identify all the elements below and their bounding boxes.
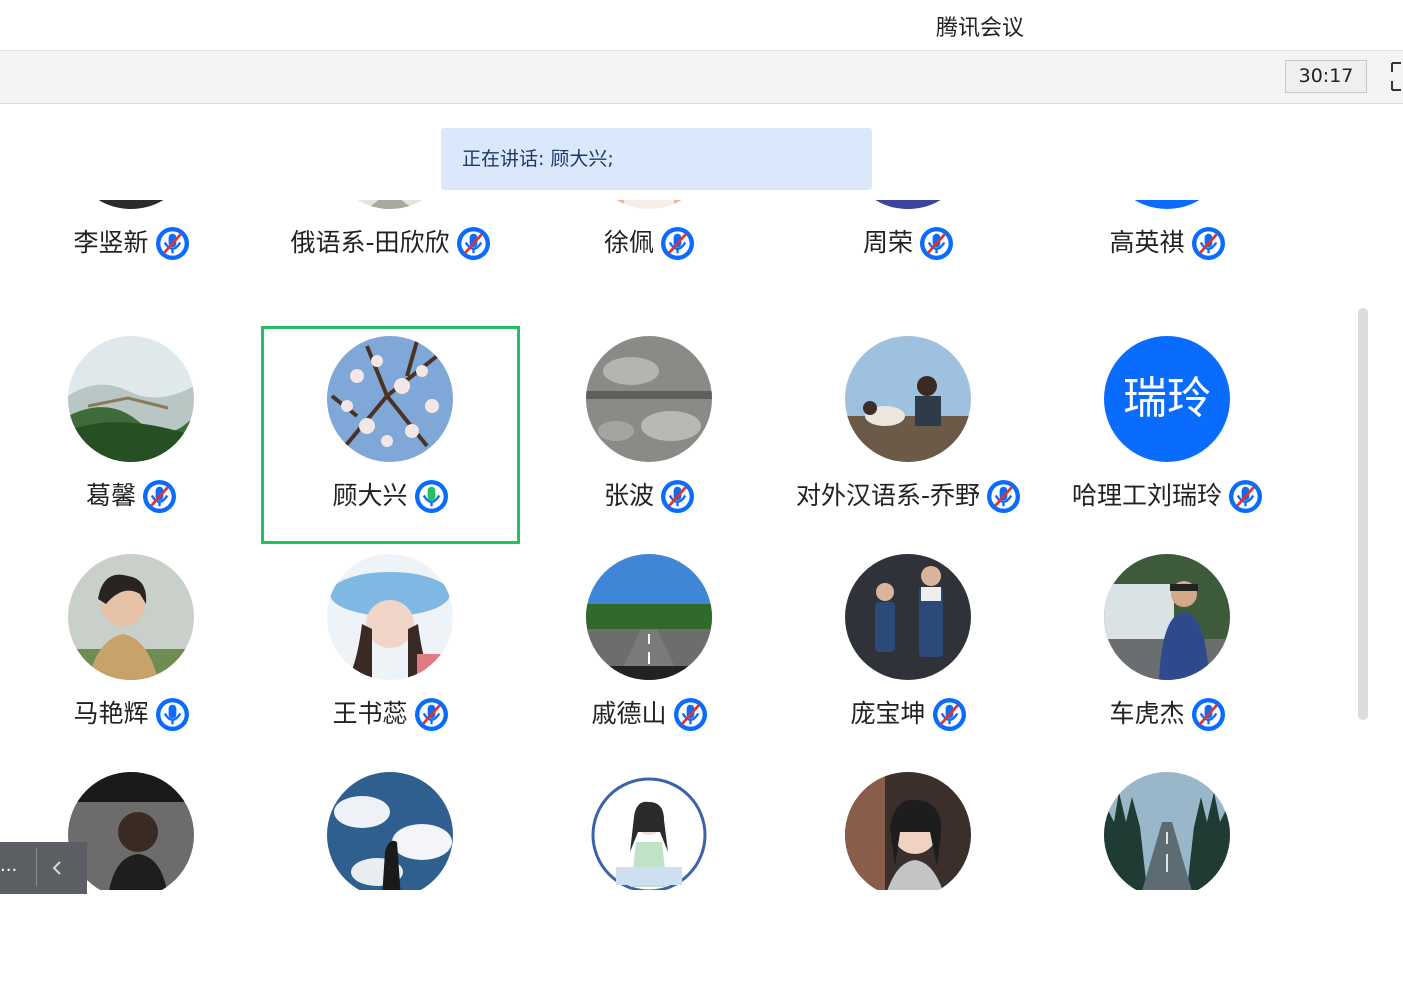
participant-tile[interactable]: 王书蕊 (261, 544, 520, 762)
mic-muted-icon (1191, 697, 1226, 732)
participant-name: 哈理工刘瑞玲 (1071, 481, 1222, 510)
mic-muted-icon (932, 697, 967, 732)
avatar (1104, 200, 1230, 209)
participant-tile[interactable]: 俄语系-田欣欣 (261, 200, 520, 291)
mic-muted-icon (155, 226, 190, 261)
avatar-initials: 瑞玲 (1104, 336, 1230, 462)
avatar (327, 336, 453, 462)
avatar (327, 554, 453, 680)
avatar (586, 554, 712, 680)
avatar (845, 554, 971, 680)
mic-muted-icon (660, 226, 695, 261)
participant-tile-active[interactable]: 顾大兴 (261, 326, 520, 544)
participant-name: 顾大兴 (332, 481, 408, 510)
participant-tile[interactable]: 戚德山 (520, 544, 779, 762)
participant-tile[interactable]: 对外汉语系-乔野 (779, 326, 1038, 544)
floating-panel-label: ... (0, 855, 18, 876)
mic-muted-icon (1191, 226, 1226, 261)
avatar (845, 772, 971, 890)
avatar (68, 554, 194, 680)
participant-name: 高英祺 (1109, 228, 1185, 257)
participant-name: 庞宝坤 (850, 699, 926, 728)
avatar (586, 336, 712, 462)
avatar (586, 200, 712, 209)
participant-tile[interactable]: 葛馨 (2, 326, 261, 544)
mic-muted-icon (1228, 479, 1263, 514)
window-title: 腾讯会议 (935, 16, 1024, 41)
speaking-indicator: 正在讲话: 顾大兴; (441, 128, 872, 190)
avatar (586, 772, 712, 890)
participant-tile[interactable]: 车虎杰 (1038, 544, 1297, 762)
title-bar: 腾讯会议 (0, 0, 1403, 51)
mic-muted-icon (414, 697, 449, 732)
mic-muted-icon (986, 479, 1021, 514)
participant-name: 车虎杰 (1109, 699, 1185, 728)
participant-tile[interactable] (779, 762, 1038, 890)
divider (36, 848, 37, 886)
mic-muted-icon (456, 226, 491, 261)
avatar (68, 336, 194, 462)
mic-muted-icon (673, 697, 708, 732)
mic-speaking-icon (414, 479, 449, 514)
avatar (68, 200, 194, 209)
participant-tile[interactable]: 高英祺 (1038, 200, 1297, 291)
mic-muted-icon (919, 226, 954, 261)
avatar (1104, 772, 1230, 890)
avatar (327, 200, 453, 209)
avatar (845, 336, 971, 462)
meeting-timer: 30:17 (1285, 60, 1367, 93)
participant-name: 李竖新 (73, 228, 149, 257)
participant-tile[interactable]: 瑞玲 哈理工刘瑞玲 (1038, 326, 1297, 544)
participant-tile[interactable]: 张波 (520, 326, 779, 544)
participant-name: 戚德山 (591, 699, 667, 728)
mic-muted-icon (142, 479, 177, 514)
avatar (327, 772, 453, 890)
scrollbar[interactable] (1358, 308, 1368, 720)
participant-tile[interactable]: 周荣 (779, 200, 1038, 291)
participant-name: 张波 (603, 481, 654, 510)
fullscreen-icon[interactable] (1388, 60, 1403, 93)
participant-name: 周荣 (862, 228, 913, 257)
speaking-name: 顾大兴; (550, 148, 614, 170)
participant-tile[interactable] (1038, 762, 1297, 890)
participant-name: 对外汉语系-乔野 (795, 481, 981, 510)
participant-name: 葛馨 (85, 481, 136, 510)
meeting-toolbar: 30:17 (0, 51, 1403, 104)
participant-tile[interactable] (261, 762, 520, 890)
participant-name: 马艳辉 (73, 699, 149, 728)
participant-grid: 李竖新 俄语系-田欣欣 徐佩 周荣 高英祺 葛馨 顾大兴 张波 对外汉语系-乔野… (0, 200, 1350, 890)
bottom-blank-area (0, 895, 1403, 987)
participant-tile[interactable] (520, 762, 779, 890)
participant-name: 徐佩 (603, 228, 654, 257)
floating-panel[interactable]: ... (0, 842, 87, 894)
chevron-left-icon[interactable] (46, 854, 68, 882)
participant-name: 王书蕊 (332, 699, 408, 728)
mic-on-icon (155, 697, 190, 732)
speaking-label: 正在讲话: (462, 148, 545, 170)
avatar (1104, 554, 1230, 680)
participant-tile[interactable]: 马艳辉 (2, 544, 261, 762)
participant-tile[interactable]: 李竖新 (2, 200, 261, 291)
participant-tile[interactable]: 徐佩 (520, 200, 779, 291)
participant-name: 俄语系-田欣欣 (290, 228, 450, 257)
avatar (845, 200, 971, 209)
mic-muted-icon (660, 479, 695, 514)
participant-tile[interactable]: 庞宝坤 (779, 544, 1038, 762)
